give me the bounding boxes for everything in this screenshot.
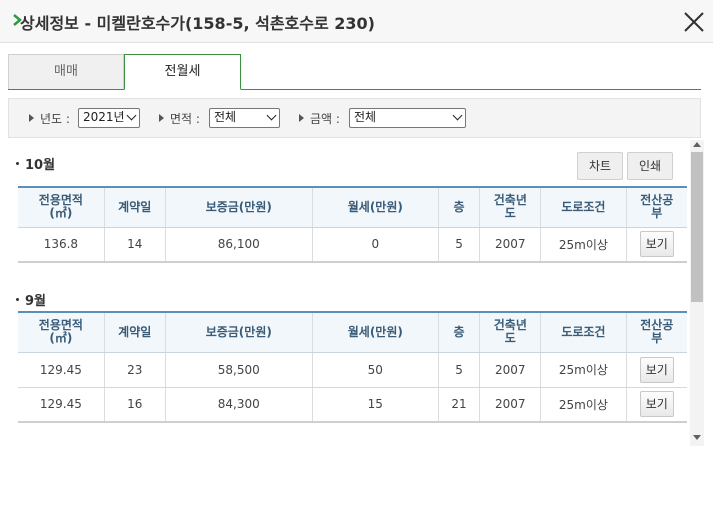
- october-table: 전용면적 (㎡) 계약일 보증금(만원) 월세(만원) 층 건축년 도 도로조건 전…: [18, 186, 687, 263]
- table-row: 129.45 16 84,300 15 21 2007 25m이상 보기: [18, 387, 687, 423]
- cell-built: 2007: [479, 387, 542, 423]
- cell-day: 16: [104, 387, 166, 423]
- cell-deposit: 84,300: [165, 387, 313, 423]
- scroll-thumb[interactable]: [691, 152, 703, 302]
- cell-view: 보기: [626, 352, 687, 388]
- section-title-september: 9월: [16, 290, 46, 309]
- area-filter-label: 면적 :: [159, 110, 200, 127]
- cell-deposit: 58,500: [165, 352, 313, 388]
- scroll-down-arrow-icon[interactable]: [693, 435, 701, 440]
- cell-built: 2007: [479, 352, 542, 388]
- cell-road: 25m이상: [540, 387, 627, 423]
- header-area: 전용면적 (㎡): [18, 311, 105, 353]
- amount-filter-label: 금액 :: [299, 110, 340, 127]
- cell-view: 보기: [626, 227, 687, 263]
- chart-button[interactable]: 차트: [577, 152, 623, 180]
- cell-road: 25m이상: [540, 352, 627, 388]
- header-contract-day: 계약일: [104, 186, 166, 228]
- header-monthly: 월세(만원): [312, 186, 439, 228]
- cell-day: 23: [104, 352, 166, 388]
- area-select[interactable]: 전체: [209, 108, 280, 128]
- chevron-down-icon: [266, 110, 277, 121]
- cell-area: 129.45: [18, 387, 105, 423]
- table-header-row: 전용면적 (㎡) 계약일 보증금(만원) 월세(만원) 층 건축년 도 도로조건 전…: [18, 311, 687, 353]
- header-road: 도로조건: [540, 311, 627, 353]
- header-monthly: 월세(만원): [312, 311, 439, 353]
- cell-floor: 5: [438, 352, 481, 388]
- year-select[interactable]: 2021년: [78, 108, 140, 128]
- dialog-title: 상세정보 - 미켈란호수가(158-5, 석촌호수로 230): [20, 14, 375, 33]
- header-area: 전용면적 (㎡): [18, 186, 105, 228]
- title-bar: 상세정보 - 미켈란호수가(158-5, 석촌호수로 230): [0, 0, 713, 43]
- header-floor: 층: [438, 311, 481, 353]
- scroll-up-arrow-icon[interactable]: [693, 142, 701, 147]
- cell-area: 136.8: [18, 227, 105, 263]
- cell-floor: 21: [438, 387, 481, 423]
- header-deposit: 보증금(만원): [165, 186, 313, 228]
- cell-deposit: 86,100: [165, 227, 313, 263]
- triangle-right-icon: [159, 114, 164, 122]
- cell-day: 14: [104, 227, 166, 263]
- chevron-down-icon: [126, 110, 137, 121]
- tab-rent[interactable]: 전월세: [124, 54, 241, 90]
- cell-area: 129.45: [18, 352, 105, 388]
- section-title-october: 10월: [16, 154, 55, 173]
- cell-view: 보기: [626, 387, 687, 423]
- tab-sale[interactable]: 매매: [8, 54, 124, 89]
- header-registry: 전산공 부: [626, 311, 687, 353]
- close-icon[interactable]: [680, 8, 708, 36]
- view-button[interactable]: 보기: [639, 356, 674, 383]
- header-registry: 전산공 부: [626, 186, 687, 228]
- table-row: 129.45 23 58,500 50 5 2007 25m이상 보기: [18, 352, 687, 388]
- header-road: 도로조건: [540, 186, 627, 228]
- table-header-row: 전용면적 (㎡) 계약일 보증금(만원) 월세(만원) 층 건축년 도 도로조건 전…: [18, 186, 687, 228]
- print-button[interactable]: 인쇄: [627, 152, 673, 180]
- table-row: 136.8 14 86,100 0 5 2007 25m이상 보기: [18, 227, 687, 263]
- view-button[interactable]: 보기: [639, 391, 674, 418]
- header-contract-day: 계약일: [104, 311, 166, 353]
- header-built-year: 건축년 도: [479, 186, 542, 228]
- detail-dialog: 상세정보 - 미켈란호수가(158-5, 석촌호수로 230) 매매 전월세 년…: [0, 0, 713, 517]
- header-floor: 층: [438, 186, 481, 228]
- triangle-right-icon: [299, 114, 304, 122]
- view-button[interactable]: 보기: [639, 231, 674, 258]
- tab-bar: 매매 전월세: [8, 54, 701, 90]
- cell-built: 2007: [479, 227, 542, 263]
- vertical-scrollbar[interactable]: [690, 140, 704, 446]
- filter-bar: 년도 : 2021년 면적 : 전체 금액 : 전체: [8, 98, 701, 138]
- september-table: 전용면적 (㎡) 계약일 보증금(만원) 월세(만원) 층 건축년 도 도로조건 전…: [18, 311, 687, 423]
- cell-road: 25m이상: [540, 227, 627, 263]
- header-built-year: 건축년 도: [479, 311, 542, 353]
- results-panel: 10월 차트 인쇄 전용면적 (㎡) 계약일 보증금(만원) 월세(만원) 층 건…: [8, 140, 690, 446]
- header-deposit: 보증금(만원): [165, 311, 313, 353]
- cell-floor: 5: [438, 227, 481, 263]
- cell-monthly: 50: [312, 352, 439, 388]
- triangle-right-icon: [29, 114, 34, 122]
- cell-monthly: 15: [312, 387, 439, 423]
- amount-select[interactable]: 전체: [349, 108, 466, 128]
- chevron-down-icon: [452, 110, 463, 121]
- cell-monthly: 0: [312, 227, 439, 263]
- year-filter-label: 년도 :: [29, 110, 70, 127]
